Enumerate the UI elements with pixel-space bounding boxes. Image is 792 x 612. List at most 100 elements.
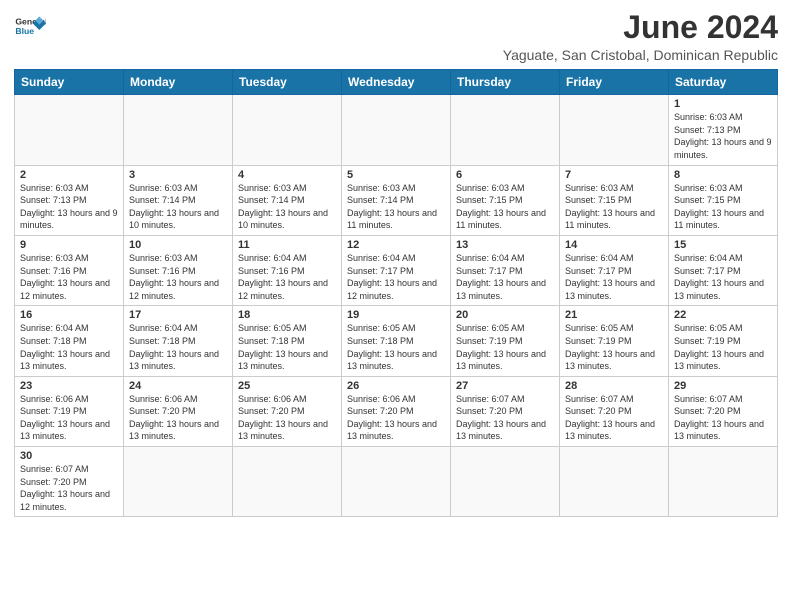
header-friday: Friday bbox=[560, 70, 669, 95]
calendar-cell bbox=[451, 447, 560, 517]
day-number: 15 bbox=[674, 239, 772, 251]
day-number: 11 bbox=[238, 239, 336, 251]
day-number: 20 bbox=[456, 309, 554, 321]
day-info: Sunrise: 6:04 AM Sunset: 7:16 PM Dayligh… bbox=[238, 252, 336, 302]
day-info: Sunrise: 6:06 AM Sunset: 7:20 PM Dayligh… bbox=[238, 393, 336, 443]
day-info: Sunrise: 6:06 AM Sunset: 7:20 PM Dayligh… bbox=[129, 393, 227, 443]
day-info: Sunrise: 6:03 AM Sunset: 7:14 PM Dayligh… bbox=[238, 182, 336, 232]
calendar-cell: 26Sunrise: 6:06 AM Sunset: 7:20 PM Dayli… bbox=[342, 376, 451, 446]
day-number: 29 bbox=[674, 380, 772, 392]
calendar-cell: 10Sunrise: 6:03 AM Sunset: 7:16 PM Dayli… bbox=[124, 235, 233, 305]
header-saturday: Saturday bbox=[669, 70, 778, 95]
calendar-cell bbox=[15, 95, 124, 165]
week-row-1: 1Sunrise: 6:03 AM Sunset: 7:13 PM Daylig… bbox=[15, 95, 778, 165]
day-number: 9 bbox=[20, 239, 118, 251]
week-row-6: 30Sunrise: 6:07 AM Sunset: 7:20 PM Dayli… bbox=[15, 447, 778, 517]
day-number: 13 bbox=[456, 239, 554, 251]
calendar-cell: 29Sunrise: 6:07 AM Sunset: 7:20 PM Dayli… bbox=[669, 376, 778, 446]
calendar-cell: 8Sunrise: 6:03 AM Sunset: 7:15 PM Daylig… bbox=[669, 165, 778, 235]
day-info: Sunrise: 6:05 AM Sunset: 7:18 PM Dayligh… bbox=[238, 322, 336, 372]
day-info: Sunrise: 6:03 AM Sunset: 7:13 PM Dayligh… bbox=[20, 182, 118, 232]
day-info: Sunrise: 6:07 AM Sunset: 7:20 PM Dayligh… bbox=[674, 393, 772, 443]
title-area: June 2024 Yaguate, San Cristobal, Domini… bbox=[503, 10, 778, 63]
day-number: 4 bbox=[238, 169, 336, 181]
day-info: Sunrise: 6:04 AM Sunset: 7:18 PM Dayligh… bbox=[129, 322, 227, 372]
day-info: Sunrise: 6:06 AM Sunset: 7:19 PM Dayligh… bbox=[20, 393, 118, 443]
calendar-cell bbox=[233, 95, 342, 165]
day-number: 10 bbox=[129, 239, 227, 251]
calendar-cell: 5Sunrise: 6:03 AM Sunset: 7:14 PM Daylig… bbox=[342, 165, 451, 235]
calendar-cell: 23Sunrise: 6:06 AM Sunset: 7:19 PM Dayli… bbox=[15, 376, 124, 446]
day-number: 19 bbox=[347, 309, 445, 321]
header-thursday: Thursday bbox=[451, 70, 560, 95]
days-header-row: Sunday Monday Tuesday Wednesday Thursday… bbox=[15, 70, 778, 95]
day-info: Sunrise: 6:06 AM Sunset: 7:20 PM Dayligh… bbox=[347, 393, 445, 443]
day-number: 28 bbox=[565, 380, 663, 392]
day-info: Sunrise: 6:05 AM Sunset: 7:18 PM Dayligh… bbox=[347, 322, 445, 372]
calendar-cell: 1Sunrise: 6:03 AM Sunset: 7:13 PM Daylig… bbox=[669, 95, 778, 165]
day-number: 6 bbox=[456, 169, 554, 181]
calendar-cell bbox=[124, 95, 233, 165]
calendar-cell: 30Sunrise: 6:07 AM Sunset: 7:20 PM Dayli… bbox=[15, 447, 124, 517]
calendar-cell: 18Sunrise: 6:05 AM Sunset: 7:18 PM Dayli… bbox=[233, 306, 342, 376]
day-info: Sunrise: 6:03 AM Sunset: 7:15 PM Dayligh… bbox=[456, 182, 554, 232]
calendar-cell: 7Sunrise: 6:03 AM Sunset: 7:15 PM Daylig… bbox=[560, 165, 669, 235]
day-info: Sunrise: 6:04 AM Sunset: 7:17 PM Dayligh… bbox=[456, 252, 554, 302]
day-info: Sunrise: 6:07 AM Sunset: 7:20 PM Dayligh… bbox=[565, 393, 663, 443]
week-row-2: 2Sunrise: 6:03 AM Sunset: 7:13 PM Daylig… bbox=[15, 165, 778, 235]
calendar-cell: 6Sunrise: 6:03 AM Sunset: 7:15 PM Daylig… bbox=[451, 165, 560, 235]
week-row-3: 9Sunrise: 6:03 AM Sunset: 7:16 PM Daylig… bbox=[15, 235, 778, 305]
day-number: 18 bbox=[238, 309, 336, 321]
logo: General Blue bbox=[14, 10, 46, 42]
calendar-cell bbox=[560, 95, 669, 165]
header-sunday: Sunday bbox=[15, 70, 124, 95]
day-info: Sunrise: 6:07 AM Sunset: 7:20 PM Dayligh… bbox=[20, 463, 118, 513]
day-number: 5 bbox=[347, 169, 445, 181]
calendar-cell: 14Sunrise: 6:04 AM Sunset: 7:17 PM Dayli… bbox=[560, 235, 669, 305]
day-info: Sunrise: 6:03 AM Sunset: 7:15 PM Dayligh… bbox=[565, 182, 663, 232]
calendar-cell: 27Sunrise: 6:07 AM Sunset: 7:20 PM Dayli… bbox=[451, 376, 560, 446]
header-tuesday: Tuesday bbox=[233, 70, 342, 95]
day-info: Sunrise: 6:04 AM Sunset: 7:17 PM Dayligh… bbox=[565, 252, 663, 302]
day-number: 12 bbox=[347, 239, 445, 251]
day-info: Sunrise: 6:04 AM Sunset: 7:17 PM Dayligh… bbox=[347, 252, 445, 302]
day-number: 14 bbox=[565, 239, 663, 251]
day-info: Sunrise: 6:04 AM Sunset: 7:17 PM Dayligh… bbox=[674, 252, 772, 302]
day-number: 21 bbox=[565, 309, 663, 321]
header: General Blue June 2024 Yaguate, San Cris… bbox=[14, 10, 778, 63]
day-info: Sunrise: 6:07 AM Sunset: 7:20 PM Dayligh… bbox=[456, 393, 554, 443]
svg-text:Blue: Blue bbox=[15, 26, 34, 36]
calendar-cell: 19Sunrise: 6:05 AM Sunset: 7:18 PM Dayli… bbox=[342, 306, 451, 376]
day-number: 23 bbox=[20, 380, 118, 392]
calendar-cell: 16Sunrise: 6:04 AM Sunset: 7:18 PM Dayli… bbox=[15, 306, 124, 376]
day-info: Sunrise: 6:03 AM Sunset: 7:13 PM Dayligh… bbox=[674, 111, 772, 161]
week-row-5: 23Sunrise: 6:06 AM Sunset: 7:19 PM Dayli… bbox=[15, 376, 778, 446]
calendar-cell: 9Sunrise: 6:03 AM Sunset: 7:16 PM Daylig… bbox=[15, 235, 124, 305]
day-number: 25 bbox=[238, 380, 336, 392]
day-number: 7 bbox=[565, 169, 663, 181]
day-number: 17 bbox=[129, 309, 227, 321]
day-number: 1 bbox=[674, 98, 772, 110]
calendar-cell: 15Sunrise: 6:04 AM Sunset: 7:17 PM Dayli… bbox=[669, 235, 778, 305]
day-number: 16 bbox=[20, 309, 118, 321]
calendar-cell bbox=[233, 447, 342, 517]
day-info: Sunrise: 6:05 AM Sunset: 7:19 PM Dayligh… bbox=[565, 322, 663, 372]
day-info: Sunrise: 6:03 AM Sunset: 7:16 PM Dayligh… bbox=[20, 252, 118, 302]
calendar-cell: 22Sunrise: 6:05 AM Sunset: 7:19 PM Dayli… bbox=[669, 306, 778, 376]
day-info: Sunrise: 6:03 AM Sunset: 7:16 PM Dayligh… bbox=[129, 252, 227, 302]
calendar-cell: 3Sunrise: 6:03 AM Sunset: 7:14 PM Daylig… bbox=[124, 165, 233, 235]
calendar-cell: 17Sunrise: 6:04 AM Sunset: 7:18 PM Dayli… bbox=[124, 306, 233, 376]
day-number: 3 bbox=[129, 169, 227, 181]
calendar-cell: 20Sunrise: 6:05 AM Sunset: 7:19 PM Dayli… bbox=[451, 306, 560, 376]
header-wednesday: Wednesday bbox=[342, 70, 451, 95]
calendar-cell: 13Sunrise: 6:04 AM Sunset: 7:17 PM Dayli… bbox=[451, 235, 560, 305]
day-info: Sunrise: 6:04 AM Sunset: 7:18 PM Dayligh… bbox=[20, 322, 118, 372]
calendar-cell bbox=[342, 95, 451, 165]
calendar-cell: 25Sunrise: 6:06 AM Sunset: 7:20 PM Dayli… bbox=[233, 376, 342, 446]
day-number: 26 bbox=[347, 380, 445, 392]
calendar-cell: 28Sunrise: 6:07 AM Sunset: 7:20 PM Dayli… bbox=[560, 376, 669, 446]
week-row-4: 16Sunrise: 6:04 AM Sunset: 7:18 PM Dayli… bbox=[15, 306, 778, 376]
calendar-table: Sunday Monday Tuesday Wednesday Thursday… bbox=[14, 69, 778, 517]
calendar-cell: 4Sunrise: 6:03 AM Sunset: 7:14 PM Daylig… bbox=[233, 165, 342, 235]
calendar-cell: 12Sunrise: 6:04 AM Sunset: 7:17 PM Dayli… bbox=[342, 235, 451, 305]
